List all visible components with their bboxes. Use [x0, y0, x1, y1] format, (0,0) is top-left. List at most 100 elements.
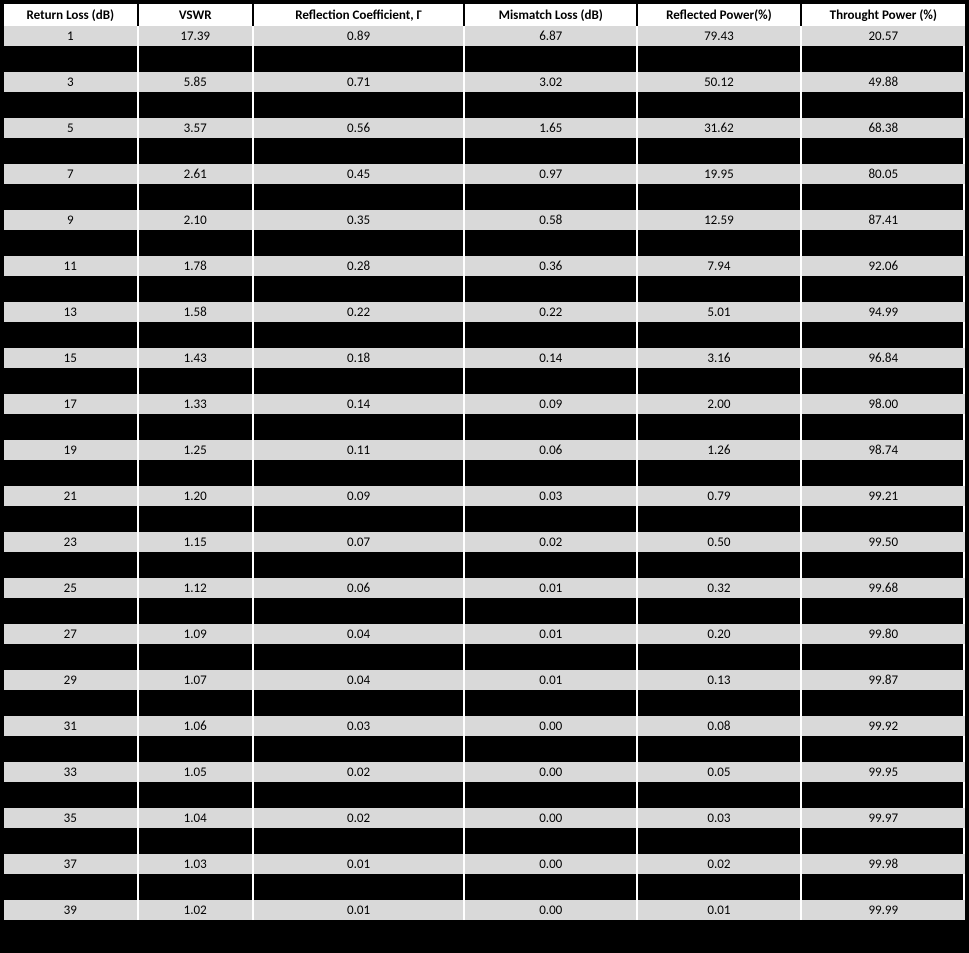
gap-cell — [139, 782, 254, 808]
gap-row — [4, 552, 965, 578]
table-cell: 12.59 — [638, 210, 801, 230]
table-cell: 80.05 — [802, 164, 965, 184]
table-cell: 3.57 — [139, 118, 254, 138]
table-cell: 23 — [4, 532, 139, 552]
table-row: 371.030.010.000.0299.98 — [4, 854, 965, 874]
table-cell: 0.02 — [465, 532, 638, 552]
table-row: 351.040.020.000.0399.97 — [4, 808, 965, 828]
table-cell: 0.02 — [254, 808, 465, 828]
gap-cell — [4, 736, 139, 762]
gap-row — [4, 276, 965, 302]
gap-cell — [139, 230, 254, 256]
table-cell: 99.87 — [802, 670, 965, 690]
gap-cell — [465, 276, 638, 302]
gap-cell — [254, 828, 465, 854]
table-cell: 0.06 — [465, 440, 638, 460]
gap-cell — [254, 552, 465, 578]
table-cell: 0.03 — [465, 486, 638, 506]
table-row: 331.050.020.000.0599.95 — [4, 762, 965, 782]
table-row: 92.100.350.5812.5987.41 — [4, 210, 965, 230]
table-cell: 1.58 — [139, 302, 254, 322]
table-cell: 1.05 — [139, 762, 254, 782]
table-cell: 0.00 — [465, 900, 638, 920]
table-cell: 25 — [4, 578, 139, 598]
table-cell: 1.15 — [139, 532, 254, 552]
gap-cell — [802, 184, 965, 210]
table-cell: 0.06 — [254, 578, 465, 598]
gap-cell — [465, 46, 638, 72]
table-cell: 3.02 — [465, 72, 638, 92]
gap-row — [4, 828, 965, 854]
table-cell: 1.12 — [139, 578, 254, 598]
gap-cell — [4, 782, 139, 808]
table-cell: 3 — [4, 72, 139, 92]
table-cell: 5.01 — [638, 302, 801, 322]
table-cell: 0.20 — [638, 624, 801, 644]
table-cell: 1.65 — [465, 118, 638, 138]
gap-cell — [465, 690, 638, 716]
gap-cell — [254, 46, 465, 72]
table-cell: 99.99 — [802, 900, 965, 920]
gap-cell — [802, 828, 965, 854]
gap-cell — [802, 138, 965, 164]
gap-cell — [802, 690, 965, 716]
gap-cell — [139, 184, 254, 210]
gap-row — [4, 782, 965, 808]
gap-row — [4, 644, 965, 670]
table-cell: 5.85 — [139, 72, 254, 92]
table-cell: 1.78 — [139, 256, 254, 276]
table-cell: 98.00 — [802, 394, 965, 414]
gap-cell — [802, 460, 965, 486]
table-row: 35.850.713.0250.1249.88 — [4, 72, 965, 92]
table-cell: 0.01 — [638, 900, 801, 920]
gap-cell — [465, 552, 638, 578]
table-cell: 29 — [4, 670, 139, 690]
table-row: 191.250.110.061.2698.74 — [4, 440, 965, 460]
table-cell: 0.08 — [638, 716, 801, 736]
table-cell: 0.07 — [254, 532, 465, 552]
gap-cell — [465, 184, 638, 210]
table-cell: 99.50 — [802, 532, 965, 552]
gap-cell — [638, 828, 801, 854]
gap-row — [4, 690, 965, 716]
table-cell: 6.87 — [465, 26, 638, 46]
gap-cell — [254, 690, 465, 716]
table-cell: 0.11 — [254, 440, 465, 460]
table-cell: 1.07 — [139, 670, 254, 690]
gap-row — [4, 736, 965, 762]
gap-cell — [139, 552, 254, 578]
gap-cell — [802, 322, 965, 348]
table-cell: 0.14 — [254, 394, 465, 414]
table-row: 111.780.280.367.9492.06 — [4, 256, 965, 276]
gap-cell — [139, 690, 254, 716]
gap-cell — [638, 138, 801, 164]
table-cell: 19.95 — [638, 164, 801, 184]
table-cell: 68.38 — [802, 118, 965, 138]
gap-row — [4, 460, 965, 486]
gap-cell — [139, 736, 254, 762]
gap-row — [4, 368, 965, 394]
table-body: 117.390.896.8779.4320.5735.850.713.0250.… — [4, 26, 965, 920]
table-cell: 0.56 — [254, 118, 465, 138]
gap-cell — [638, 276, 801, 302]
table-cell: 0.01 — [254, 854, 465, 874]
table-row: 311.060.030.000.0899.92 — [4, 716, 965, 736]
table-cell: 0.04 — [254, 670, 465, 690]
table-cell: 11 — [4, 256, 139, 276]
col-header-mismatch-loss: Mismatch Loss (dB) — [465, 4, 638, 26]
table-cell: 96.84 — [802, 348, 965, 368]
gap-cell — [638, 92, 801, 118]
gap-cell — [139, 368, 254, 394]
table-cell: 33 — [4, 762, 139, 782]
rf-parameters-table: Return Loss (dB) VSWR Reflection Coeffic… — [4, 4, 965, 920]
table-cell: 0.45 — [254, 164, 465, 184]
table-row: 251.120.060.010.3299.68 — [4, 578, 965, 598]
gap-cell — [465, 460, 638, 486]
gap-cell — [4, 414, 139, 440]
table-cell: 31.62 — [638, 118, 801, 138]
gap-cell — [802, 598, 965, 624]
gap-cell — [802, 276, 965, 302]
gap-cell — [4, 92, 139, 118]
table-cell: 1.33 — [139, 394, 254, 414]
table-cell: 19 — [4, 440, 139, 460]
